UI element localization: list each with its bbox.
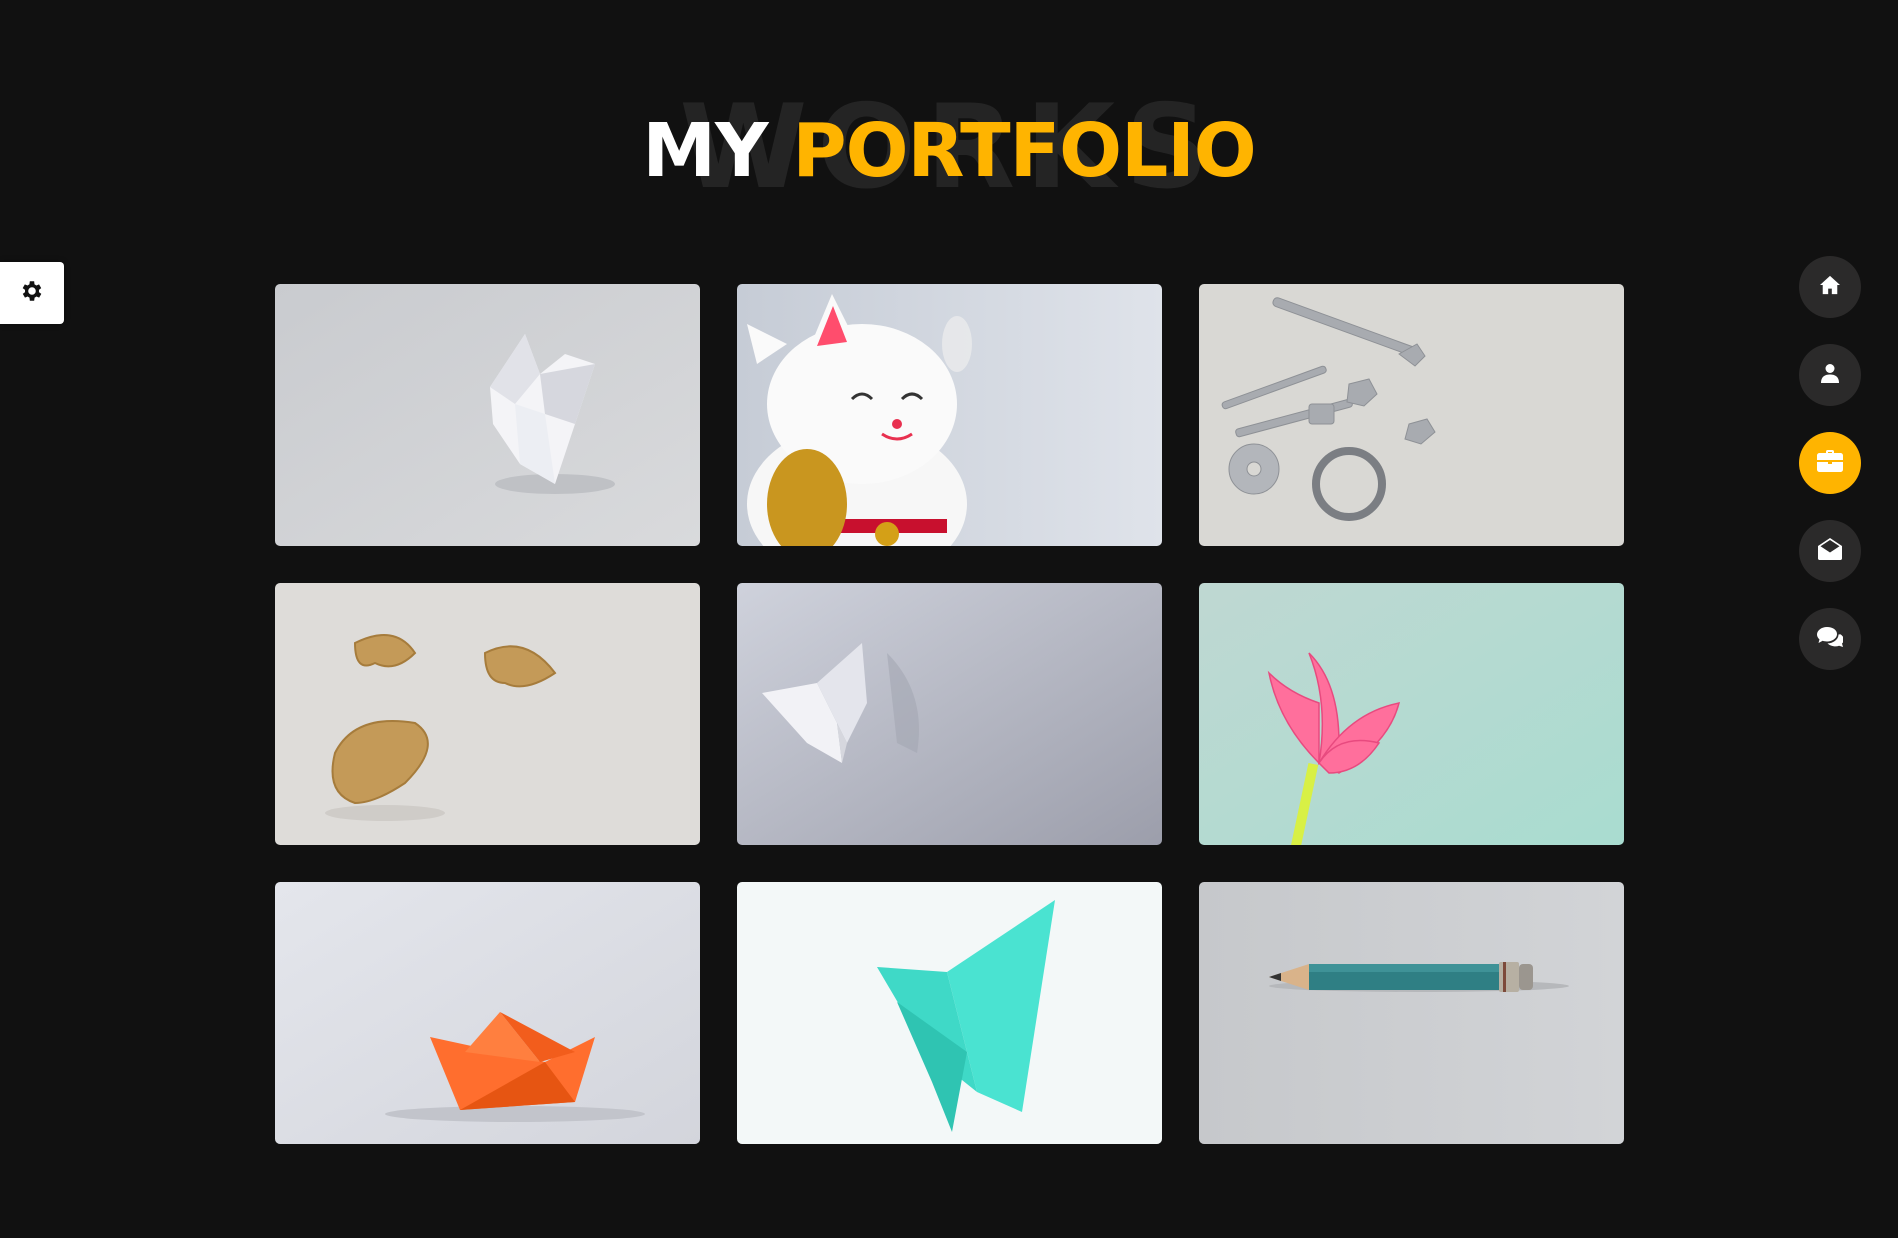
home-icon: [1819, 275, 1841, 299]
portfolio-item[interactable]: [737, 583, 1162, 845]
portfolio-item[interactable]: [275, 284, 700, 546]
portfolio-page: WORKS MY PORTFOLIO: [0, 0, 1898, 1238]
gear-icon: [19, 278, 45, 308]
portfolio-item[interactable]: [737, 882, 1162, 1144]
user-icon: [1821, 363, 1839, 387]
portfolio-image: [1199, 583, 1624, 845]
portfolio-image: [737, 583, 1162, 845]
portfolio-item[interactable]: [275, 583, 700, 845]
portfolio-item[interactable]: [1199, 583, 1624, 845]
title-white-part: MY: [642, 108, 768, 194]
nav-contact-button[interactable]: [1799, 520, 1861, 582]
nav-blog-button[interactable]: [1799, 608, 1861, 670]
briefcase-icon: [1817, 450, 1843, 476]
portfolio-image: [737, 882, 1162, 1144]
nav-about-button[interactable]: [1799, 344, 1861, 406]
portfolio-item[interactable]: [275, 882, 700, 1144]
portfolio-grid: [275, 284, 1625, 1144]
nav-home-button[interactable]: [1799, 256, 1861, 318]
portfolio-image: [275, 882, 700, 1144]
portfolio-image: [275, 583, 700, 845]
page-title: MY PORTFOLIO: [0, 106, 1898, 196]
side-navigation: [1799, 256, 1861, 696]
portfolio-item[interactable]: [1199, 882, 1624, 1144]
portfolio-item[interactable]: [1199, 284, 1624, 546]
title-accent-part: PORTFOLIO: [792, 108, 1256, 194]
envelope-open-icon: [1818, 538, 1842, 564]
comments-icon: [1817, 626, 1844, 652]
portfolio-image: [1199, 882, 1624, 1144]
portfolio-image: [275, 284, 700, 546]
portfolio-item[interactable]: [737, 284, 1162, 546]
portfolio-image: [737, 284, 1162, 546]
portfolio-image: [1199, 284, 1624, 546]
nav-portfolio-button[interactable]: [1799, 432, 1861, 494]
section-heading: WORKS MY PORTFOLIO: [0, 78, 1898, 218]
settings-toggle-button[interactable]: [0, 262, 64, 324]
